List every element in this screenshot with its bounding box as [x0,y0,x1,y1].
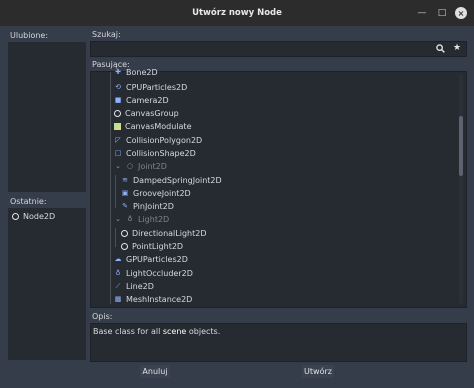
joint-icon: ○ [126,162,134,170]
favorites-label: Ulubione: [10,31,49,40]
recent-label: Ostatnie: [10,197,47,206]
tree-item-label: GrooveJoint2D [133,188,191,198]
minimize-icon[interactable]: — [416,7,428,19]
tree-item-collisionpolygon2d[interactable]: ◸ CollisionPolygon2D [114,134,202,146]
tree-scrollbar[interactable] [459,74,463,304]
mesh-icon: ▩ [114,295,122,303]
tree-item-label: CanvasGroup [125,108,179,118]
create-button[interactable]: Utwórz [302,365,334,378]
collision-polygon-icon: ◸ [115,136,121,144]
tree-item-label: Joint2D [138,161,167,171]
tree-item-label: CollisionPolygon2D [126,135,203,145]
maximize-icon[interactable]: □ [436,7,448,19]
tree-item-label: Light2D [138,214,170,224]
tree-item-label: GPUParticles2D [126,254,188,264]
tree-item-label: MeshInstance2D [126,294,193,304]
tree-scrollbar-thumb[interactable] [459,116,463,176]
description-text: Base class for all scene objects. [93,327,220,336]
spring-icon: ≋ [122,176,128,184]
tree-guide-joint [115,175,116,208]
description-prefix: Base class for all [93,327,163,336]
gpu-particles-icon: ☁ [114,255,122,263]
search-label: Szukaj: [92,30,121,39]
tree-item-gpuparticles2d[interactable]: ☁ GPUParticles2D [114,253,188,265]
tree-item-label: CPUParticles2D [126,82,188,92]
tree-item-groovejoint2d[interactable]: ▣ GrooveJoint2D [121,187,191,199]
window-title: Utwórz nowy Node [192,8,282,18]
tree-item-label: DampedSpringJoint2D [133,175,222,185]
favorite-star-icon[interactable]: ★ [451,42,463,54]
title-bar: Utwórz nowy Node — □ × [0,0,474,26]
description-label: Opis: [92,312,113,321]
close-icon[interactable]: × [455,7,467,19]
favorites-list[interactable] [8,42,86,192]
pin-icon: ✎ [122,202,128,210]
description-highlight: scene [162,327,187,336]
tree-item-directionallight2d[interactable]: DirectionalLight2D [121,227,206,239]
tree-item-camera2d[interactable]: ■ Camera2D [114,94,169,106]
tree-item-label: PointLight2D [132,241,184,251]
tree-guide-light [115,228,116,247]
tree-item-meshinstance2d[interactable]: ▩ MeshInstance2D [114,293,193,305]
recent-item-node2d[interactable]: Node2D [12,212,55,221]
circle-icon [12,213,19,220]
tree-item-pinjoint2d[interactable]: ✎ PinJoint2D [121,200,174,212]
tree-item-collisionshape2d[interactable]: □ CollisionShape2D [114,147,196,159]
tree-item-label: CollisionShape2D [126,148,196,158]
chevron-down-icon: ⌄ [115,162,121,170]
tree-item-pointlight2d[interactable]: PointLight2D [121,240,183,252]
tree-item-line2d[interactable]: ⟋ Line2D [114,280,154,292]
tree-item-label: DirectionalLight2D [132,228,207,238]
circle-icon [121,242,128,250]
tree-item-label: Bone2D [126,67,158,77]
tree-item-label: Line2D [126,281,154,291]
tree-item-label: CanvasModulate [125,121,192,131]
tree-item-canvasgroup[interactable]: CanvasGroup [114,107,179,119]
search-input[interactable] [90,41,467,57]
cancel-button[interactable]: Anuluj [140,365,170,378]
tree-guide [110,72,111,304]
tree-item-canvasmodulate[interactable]: CanvasModulate [114,120,192,132]
tree-item-joint2d[interactable]: ⌄ ○ Joint2D [114,160,167,172]
circle-icon [114,109,121,117]
description-suffix: objects. [186,327,221,336]
tree-item-cpuparticles2d[interactable]: ⟲ CPUParticles2D [114,81,187,93]
recent-list[interactable] [8,208,86,360]
light-icon: ♁ [127,215,133,223]
search-icon[interactable] [434,42,446,54]
tree-item-label: Camera2D [126,95,169,105]
collision-shape-icon: □ [114,149,122,157]
groove-icon: ▣ [121,189,129,197]
tree-item-dampedspringjoint2d[interactable]: ≋ DampedSpringJoint2D [121,174,222,186]
line-icon: ⟋ [115,281,121,290]
circle-icon [121,229,128,237]
light-occluder-icon: ♁ [115,269,121,277]
canvas-modulate-icon [114,122,121,130]
bone-icon: ✚ [115,68,121,76]
tree-item-light2d[interactable]: ⌄ ♁ Light2D [114,213,169,225]
tree-item-label: LightOccluder2D [126,268,193,278]
tree-item-lightoccluder2d[interactable]: ♁ LightOccluder2D [114,267,193,279]
recent-item-label: Node2D [23,212,56,221]
chevron-down-icon: ⌄ [115,215,121,223]
cpu-particles-icon: ⟲ [115,83,121,91]
tree-item-label: PinJoint2D [133,201,174,211]
create-node-dialog: Utwórz nowy Node — □ × Ulubione: Ostatni… [0,0,474,388]
tree-item-bone2d[interactable]: ✚ Bone2D [114,66,158,78]
camera-icon: ■ [114,96,122,104]
